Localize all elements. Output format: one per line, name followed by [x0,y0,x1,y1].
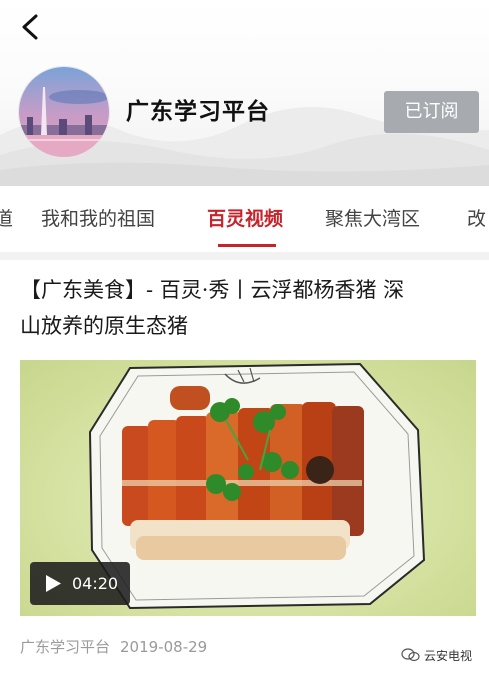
subscribed-button[interactable]: 已订阅 [384,91,479,133]
tab-my-motherland[interactable]: 我和我的祖国 [41,204,155,231]
wechat-icon [401,648,420,662]
active-tab-indicator [218,244,276,247]
article-source: 广东学习平台 [20,638,111,656]
video-duration-badge[interactable]: 04:20 [30,562,130,605]
channel-header: 广东学习平台 已订阅 [0,0,489,186]
article-meta: 广东学习平台 2019-08-29 [20,636,207,657]
category-tabs: 道 我和我的祖国 百灵视频 聚焦大湾区 改 [0,186,489,250]
channel-avatar[interactable] [18,66,110,158]
watermark-label: 云安电视 [424,649,473,663]
video-duration: 04:20 [72,574,119,593]
article-title[interactable]: 【广东美食】- 百灵·秀丨云浮都杨香猪 深 山放养的原生态猪 [20,272,478,344]
article-title-line1: 【广东美食】- 百灵·秀丨云浮都杨香猪 深 [20,278,405,302]
tab-partial-right[interactable]: 改 [467,204,486,231]
article-date: 2019-08-29 [120,638,208,656]
channel-name: 广东学习平台 [126,98,270,125]
article-title-line2: 山放养的原生态猪 [20,314,188,338]
tab-partial-left[interactable]: 道 [0,204,13,231]
back-arrow-icon[interactable] [14,10,48,44]
section-divider [0,252,489,260]
play-icon [46,575,61,592]
tab-greater-bay-area[interactable]: 聚焦大湾区 [325,204,420,231]
tab-bailing-video[interactable]: 百灵视频 [207,204,283,231]
